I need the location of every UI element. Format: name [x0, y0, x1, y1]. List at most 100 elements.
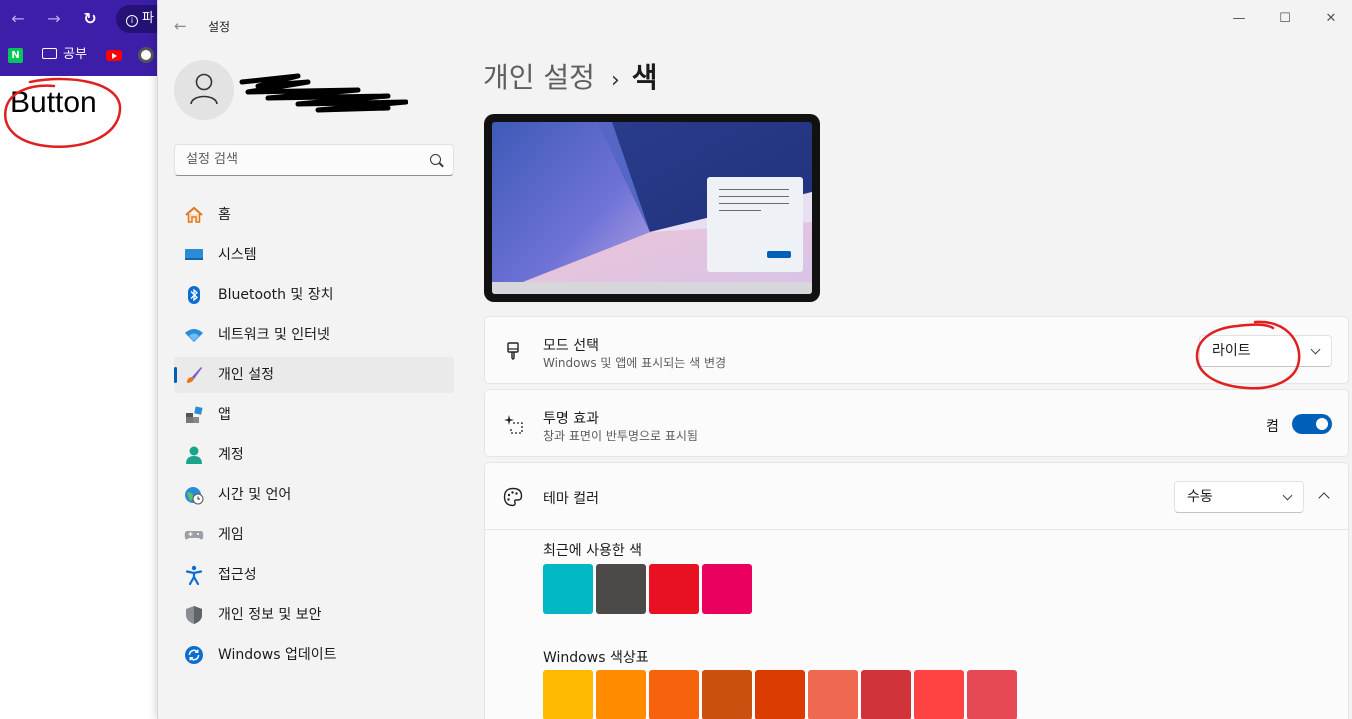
- recent-colors-label: 최근에 사용한 색: [543, 543, 643, 559]
- theme-color-title: 테마 컬러: [543, 491, 599, 507]
- sidebar-nav: 홈 시스템 Bluetooth 및 장치 네트워크 및 인터넷 개인 설정 앱 …: [174, 197, 454, 677]
- sidebar-item-privacy[interactable]: 개인 정보 및 보안: [174, 597, 454, 633]
- bluetooth-icon: [188, 286, 200, 304]
- color-swatch[interactable]: [596, 564, 646, 614]
- windows-palette-label: Windows 색상표: [543, 650, 649, 666]
- redacted-username: [239, 73, 408, 113]
- color-swatch[interactable]: [649, 670, 699, 719]
- sidebar-item-label: 접근성: [218, 567, 257, 583]
- mode-description: Windows 및 앱에 표시되는 색 변경: [543, 356, 727, 370]
- folder-icon: [42, 48, 57, 59]
- transparency-description: 창과 표면이 반투명으로 표시됨: [543, 429, 698, 443]
- color-swatch[interactable]: [596, 670, 646, 719]
- wifi-icon: [185, 329, 203, 342]
- color-swatch[interactable]: [755, 670, 805, 719]
- color-swatch[interactable]: [914, 670, 964, 719]
- sidebar-item-accessibility[interactable]: 접근성: [174, 557, 454, 593]
- sidebar-item-personalization[interactable]: 개인 설정: [174, 357, 454, 393]
- preview-taskbar: [492, 282, 812, 294]
- color-swatch[interactable]: [543, 564, 593, 614]
- system-icon: [185, 249, 203, 260]
- windows-palette-row: [543, 670, 1017, 719]
- transparency-title: 투명 효과: [543, 411, 599, 427]
- page-title: 색: [631, 61, 658, 94]
- sidebar-item-label: Bluetooth 및 장치: [218, 287, 334, 303]
- sidebar-item-bluetooth[interactable]: Bluetooth 및 장치: [174, 277, 454, 313]
- sidebar-item-gaming[interactable]: 게임: [174, 517, 454, 553]
- red-annotation-circle: [4, 77, 122, 148]
- color-swatch[interactable]: [861, 670, 911, 719]
- accessibility-icon: [185, 565, 203, 585]
- settings-search-input[interactable]: 설정 검색: [174, 144, 454, 176]
- transparency-icon: [504, 415, 523, 434]
- color-swatch[interactable]: [808, 670, 858, 719]
- preview-window: [707, 177, 803, 272]
- gamepad-icon: [184, 531, 204, 540]
- address-text: 파: [142, 11, 154, 26]
- sidebar-item-accounts[interactable]: 계정: [174, 437, 454, 473]
- account-icon: [186, 446, 202, 464]
- sidebar-item-label: 홈: [218, 207, 231, 223]
- globe-clock-icon: [185, 487, 204, 505]
- transparency-toggle[interactable]: [1292, 414, 1332, 434]
- transparency-state-label: 켬: [1266, 419, 1279, 435]
- chevron-right-icon: ›: [610, 68, 620, 93]
- sidebar-item-label: 게임: [218, 527, 244, 543]
- bookmark-folder-study[interactable]: 공부: [42, 46, 87, 64]
- divider: [485, 529, 1348, 530]
- close-button[interactable]: ✕: [1308, 8, 1352, 30]
- bookmark-folder-label: 공부: [63, 47, 87, 62]
- sidebar-item-network[interactable]: 네트워크 및 인터넷: [174, 317, 454, 353]
- chevron-up-icon[interactable]: [1318, 492, 1330, 504]
- sidebar-item-apps[interactable]: 앱: [174, 397, 454, 433]
- maximize-button[interactable]: ☐: [1262, 8, 1308, 30]
- search-placeholder: 설정 검색: [186, 152, 238, 167]
- theme-preview: [484, 114, 820, 302]
- settings-window: ← 설정 — ☐ ✕ 설정 검색 홈 시스템 Bluetooth 및 장치 네트…: [157, 0, 1352, 719]
- minimize-button[interactable]: —: [1216, 8, 1262, 30]
- sidebar-item-label: 계정: [218, 447, 244, 463]
- color-swatch[interactable]: [702, 670, 752, 719]
- mode-title: 모드 선택: [543, 338, 599, 354]
- sidebar-item-label: 개인 설정: [218, 367, 274, 383]
- sidebar-item-label: 시스템: [218, 247, 257, 263]
- theme-color-dropdown-value: 수동: [1187, 489, 1213, 505]
- chevron-down-icon: [1282, 490, 1293, 501]
- preview-wallpaper: [492, 122, 812, 294]
- sidebar-item-label: Windows 업데이트: [218, 647, 337, 663]
- sidebar-item-home[interactable]: 홈: [174, 197, 454, 233]
- sidebar-item-label: 개인 정보 및 보안: [218, 607, 322, 623]
- color-swatch[interactable]: [967, 670, 1017, 719]
- sidebar-item-windows-update[interactable]: Windows 업데이트: [174, 637, 454, 673]
- sidebar-item-label: 시간 및 언어: [218, 487, 292, 503]
- search-icon[interactable]: [430, 154, 441, 165]
- theme-color-dropdown[interactable]: 수동: [1174, 481, 1304, 513]
- window-title: 설정: [208, 20, 231, 34]
- breadcrumb-parent[interactable]: 개인 설정: [483, 61, 595, 94]
- sidebar-item-system[interactable]: 시스템: [174, 237, 454, 273]
- browser-back-button[interactable]: ←: [8, 9, 28, 29]
- color-swatch[interactable]: [649, 564, 699, 614]
- update-icon: [185, 646, 203, 664]
- apps-icon: [186, 406, 203, 423]
- naver-icon[interactable]: N: [8, 48, 23, 63]
- site-info-icon[interactable]: i: [126, 15, 138, 27]
- chatgpt-icon[interactable]: [138, 47, 154, 63]
- window-back-button[interactable]: ←: [174, 16, 194, 36]
- home-icon: [185, 206, 203, 223]
- chevron-down-icon: [1310, 344, 1321, 355]
- youtube-icon[interactable]: [106, 50, 122, 61]
- sidebar-item-label: 앱: [218, 407, 231, 423]
- recent-colors-row: [543, 564, 752, 614]
- browser-forward-button[interactable]: →: [44, 9, 64, 29]
- palette-icon: [503, 487, 523, 507]
- sidebar-item-time-language[interactable]: 시간 및 언어: [174, 477, 454, 513]
- avatar[interactable]: [174, 60, 234, 120]
- user-icon: [190, 73, 218, 105]
- color-swatch[interactable]: [543, 670, 593, 719]
- browser-reload-button[interactable]: ↻: [80, 9, 100, 29]
- color-swatch[interactable]: [702, 564, 752, 614]
- transparency-card: 투명 효과 창과 표면이 반투명으로 표시됨 켬: [484, 389, 1349, 457]
- paintbrush-icon: [507, 342, 519, 360]
- sidebar-item-label: 네트워크 및 인터넷: [218, 327, 330, 343]
